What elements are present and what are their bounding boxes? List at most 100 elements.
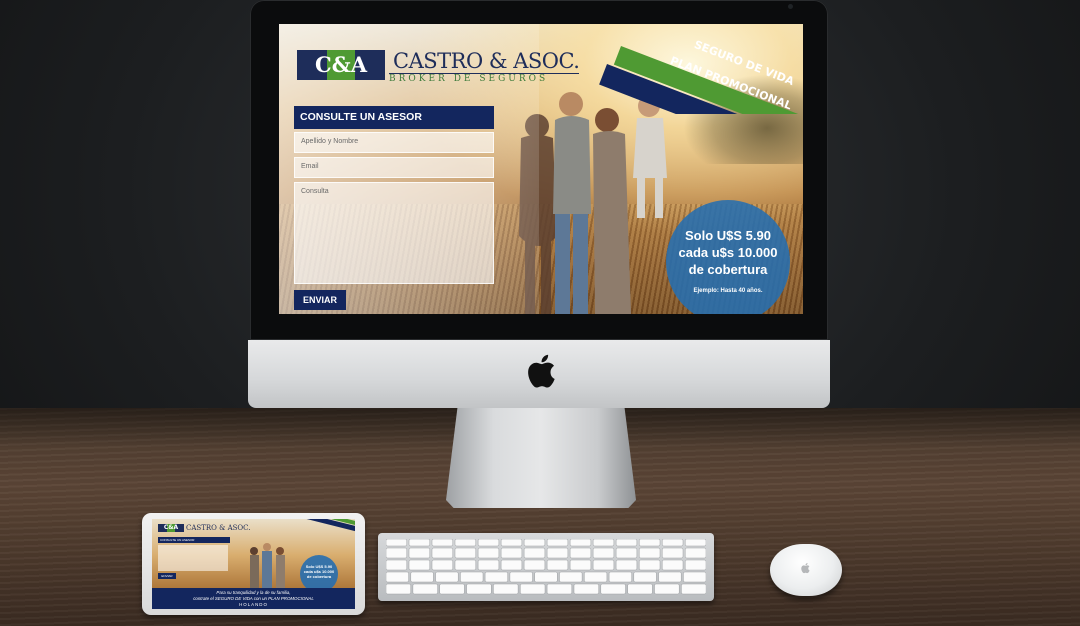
keyboard-key[interactable] xyxy=(633,571,657,583)
camera-icon xyxy=(788,4,793,9)
keyboard-key[interactable] xyxy=(408,539,431,547)
tablet-logo-mark: C&A xyxy=(158,524,184,532)
keyboard-key[interactable] xyxy=(615,539,638,547)
keyboard-key[interactable] xyxy=(569,559,592,571)
tablet-footer-bar: Para su tranquilidad y la de su familia,… xyxy=(152,588,355,609)
brand-name: CASTRO & ASOC. xyxy=(393,49,580,73)
keyboard-key[interactable] xyxy=(684,539,706,547)
tablet-footer-brand: HOLANDO xyxy=(239,602,268,607)
keyboard-key[interactable] xyxy=(546,539,569,547)
promo-price-badge: Solo U$S 5.90 cada u$s 10.000 de cobertu… xyxy=(666,200,790,314)
keyboard-key[interactable] xyxy=(408,559,431,571)
logo-mark-icon: C&A xyxy=(297,50,389,82)
keyboard-key[interactable] xyxy=(484,571,508,583)
keyboard-key[interactable] xyxy=(638,559,661,571)
keyboard-key[interactable] xyxy=(460,571,484,583)
keyboard-key[interactable] xyxy=(661,539,684,547)
keyboard-key[interactable] xyxy=(559,571,583,583)
website-screen: C&A CASTRO & ASOC. BROKER DE SEGUROS SEG… xyxy=(279,24,803,314)
keyboard-key[interactable] xyxy=(509,571,533,583)
keyboard-key[interactable] xyxy=(569,539,592,547)
name-input[interactable]: Apellido y Nombre xyxy=(294,132,494,153)
keyboard-key[interactable] xyxy=(431,547,454,559)
keyboard-keys xyxy=(386,539,706,595)
keyboard-key[interactable] xyxy=(661,559,684,571)
keyboard-key[interactable] xyxy=(627,583,653,595)
keyboard-key[interactable] xyxy=(683,571,706,583)
promo-ribbon: SEGURO DE VIDA PLAN PROMOCIONAL xyxy=(573,24,803,114)
keyboard-key[interactable] xyxy=(493,583,519,595)
keyboard-key[interactable] xyxy=(477,539,500,547)
keyboard-key[interactable] xyxy=(523,547,546,559)
keyboard-key[interactable] xyxy=(454,559,477,571)
message-textarea[interactable]: Consulta xyxy=(294,182,494,284)
keyboard-key[interactable] xyxy=(573,583,599,595)
keyboard-key[interactable] xyxy=(431,539,454,547)
imac-stand xyxy=(446,408,636,508)
keyboard-key[interactable] xyxy=(466,583,492,595)
promo-line-price: Solo U$S 5.90 xyxy=(685,228,771,243)
keyboard-key[interactable] xyxy=(584,571,608,583)
promo-line-coverage: de cobertura xyxy=(688,262,768,277)
tablet-brand-name: CASTRO & ASOC. xyxy=(186,524,251,532)
keyboard-key[interactable] xyxy=(408,547,431,559)
keyboard-key[interactable] xyxy=(654,583,680,595)
keyboard[interactable] xyxy=(378,533,714,601)
keyboard-key[interactable] xyxy=(477,559,500,571)
keyboard-key[interactable] xyxy=(615,547,638,559)
keyboard-key[interactable] xyxy=(412,583,438,595)
promo-footnote: Ejemplo: Hasta 40 años. xyxy=(693,288,763,294)
keyboard-key[interactable] xyxy=(600,583,626,595)
keyboard-key[interactable] xyxy=(386,571,409,583)
keyboard-key[interactable] xyxy=(546,547,569,559)
keyboard-key[interactable] xyxy=(477,547,500,559)
tablet-send-button[interactable]: ENVIAR xyxy=(158,573,176,579)
keyboard-key[interactable] xyxy=(500,547,523,559)
keyboard-key[interactable] xyxy=(569,547,592,559)
keyboard-key[interactable] xyxy=(615,559,638,571)
keyboard-key[interactable] xyxy=(523,539,546,547)
keyboard-key[interactable] xyxy=(638,539,661,547)
promo-line-amount: cada u$s 10.000 xyxy=(678,245,778,260)
keyboard-key[interactable] xyxy=(439,583,465,595)
keyboard-key[interactable] xyxy=(638,547,661,559)
keyboard-key[interactable] xyxy=(410,571,434,583)
keyboard-key[interactable] xyxy=(534,571,558,583)
keyboard-key[interactable] xyxy=(546,559,569,571)
tablet-form xyxy=(158,545,228,571)
keyboard-key[interactable] xyxy=(684,547,706,559)
tablet-form-title: CONSULTE UN ASESOR xyxy=(158,537,230,543)
keyboard-key[interactable] xyxy=(386,559,408,571)
tablet-logo: C&A CASTRO & ASOC. xyxy=(158,524,251,532)
send-button[interactable]: ENVIAR xyxy=(294,290,346,310)
keyboard-key[interactable] xyxy=(500,539,523,547)
tablet-screen: C&A CASTRO & ASOC. CONSULTE UN ASESOR EN… xyxy=(152,519,355,609)
keyboard-key[interactable] xyxy=(386,583,411,595)
brand-subtitle: BROKER DE SEGUROS xyxy=(389,73,580,85)
keyboard-key[interactable] xyxy=(658,571,682,583)
keyboard-key[interactable] xyxy=(523,559,546,571)
keyboard-key[interactable] xyxy=(454,547,477,559)
tablet-family-photo xyxy=(250,543,285,591)
keyboard-key[interactable] xyxy=(454,539,477,547)
keyboard-key[interactable] xyxy=(592,547,615,559)
email-input[interactable]: Email xyxy=(294,157,494,178)
keyboard-key[interactable] xyxy=(435,571,459,583)
keyboard-key[interactable] xyxy=(684,559,706,571)
keyboard-key[interactable] xyxy=(608,571,632,583)
keyboard-key[interactable] xyxy=(386,547,408,559)
keyboard-key[interactable] xyxy=(661,547,684,559)
keyboard-key[interactable] xyxy=(431,559,454,571)
keyboard-key[interactable] xyxy=(681,583,706,595)
apple-logo-icon xyxy=(528,354,555,388)
keyboard-key[interactable] xyxy=(592,539,615,547)
keyboard-key[interactable] xyxy=(500,559,523,571)
keyboard-key[interactable] xyxy=(546,583,573,595)
keyboard-key[interactable] xyxy=(592,559,615,571)
brand-logo[interactable]: C&A CASTRO & ASOC. BROKER DE SEGUROS xyxy=(297,49,580,85)
tablet-promo-line3: de cobertura xyxy=(306,574,332,579)
logo-mark-text: C&A xyxy=(315,52,367,77)
mouse-apple-logo-icon xyxy=(801,562,810,574)
keyboard-key[interactable] xyxy=(520,583,546,595)
keyboard-key[interactable] xyxy=(386,539,408,547)
